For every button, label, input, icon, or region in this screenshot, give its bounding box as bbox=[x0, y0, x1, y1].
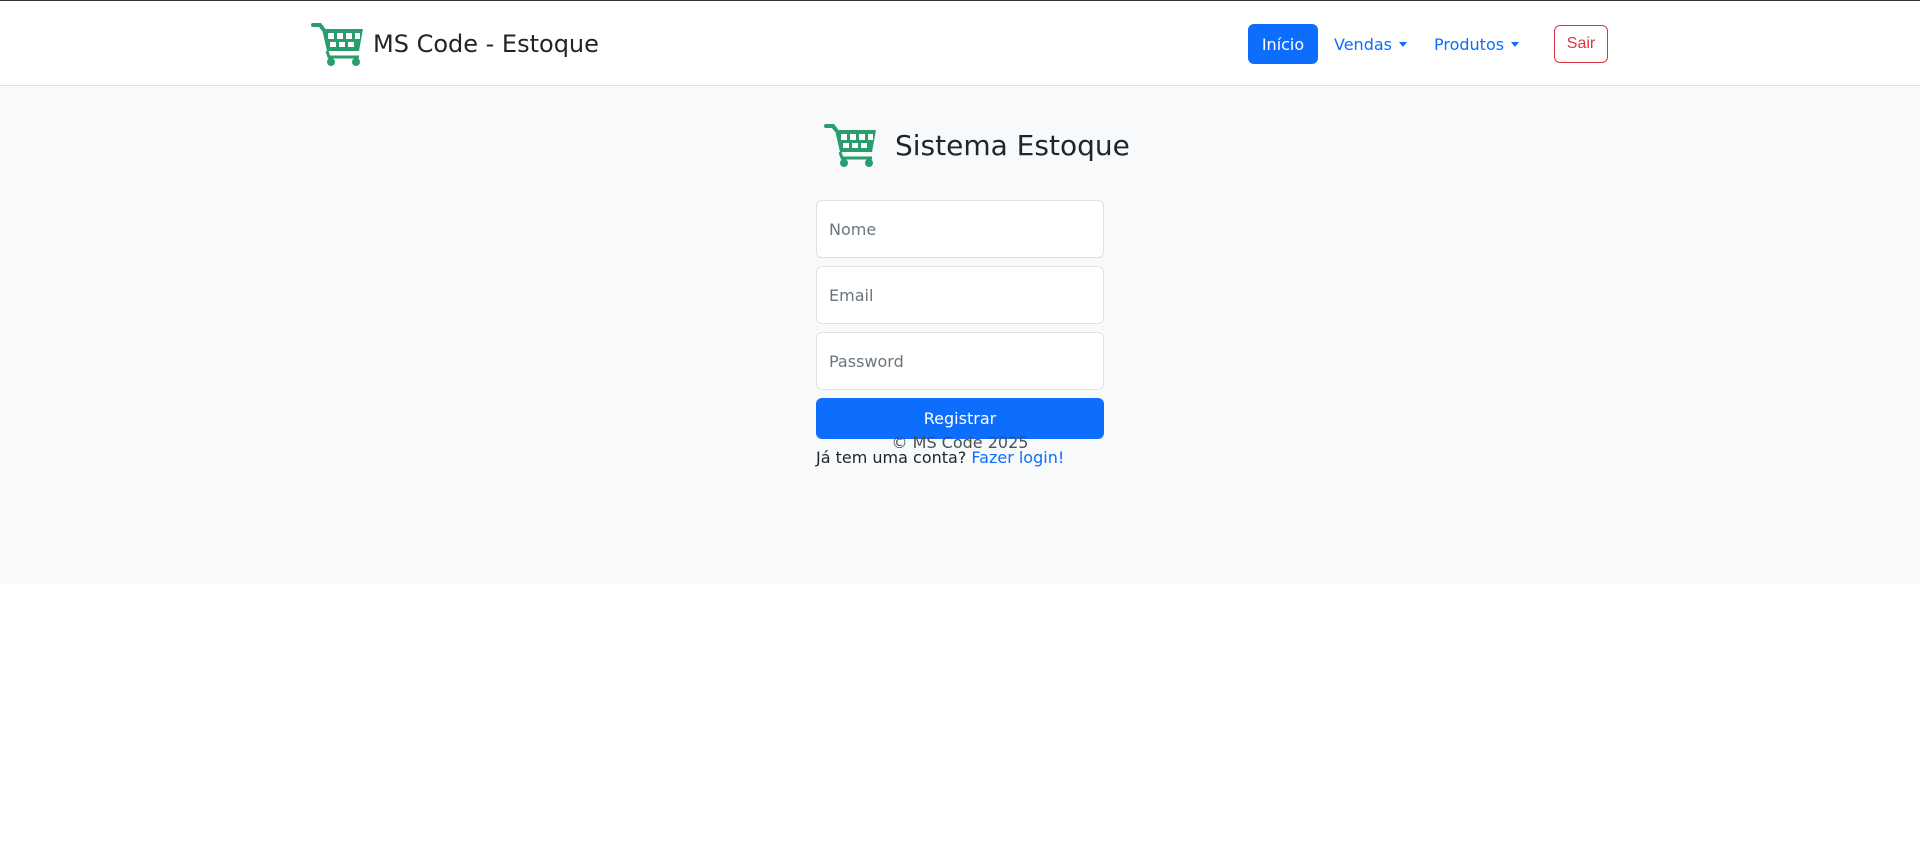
nav-item-produtos-label: Produtos bbox=[1434, 34, 1505, 54]
shopping-cart-icon bbox=[824, 124, 876, 167]
nav-item-inicio[interactable]: Início bbox=[1248, 24, 1318, 64]
page-title: Sistema Estoque bbox=[895, 128, 1130, 162]
nav-item-vendas-label: Vendas bbox=[1334, 34, 1392, 54]
shopping-cart-icon bbox=[311, 23, 363, 66]
caret-down-icon bbox=[1398, 41, 1407, 47]
register-section: Sistema Estoque Registrar Já tem uma con… bbox=[0, 87, 1920, 584]
password-field[interactable] bbox=[816, 332, 1104, 390]
logout-button[interactable]: Sair bbox=[1554, 25, 1608, 63]
caret-down-icon bbox=[1511, 41, 1520, 47]
brand-name: MS Code - Estoque bbox=[373, 30, 599, 58]
footer-copyright: © MS Code 2025 bbox=[891, 433, 1029, 452]
top-navbar: MS Code - Estoque Início Vendas Produtos… bbox=[0, 1, 1920, 86]
nav-item-produtos[interactable]: Produtos bbox=[1434, 24, 1520, 64]
email-field[interactable] bbox=[816, 266, 1104, 324]
nav-item-vendas[interactable]: Vendas bbox=[1334, 24, 1407, 64]
name-field[interactable] bbox=[816, 200, 1104, 258]
brand-link[interactable]: MS Code - Estoque bbox=[311, 21, 599, 67]
register-header: Sistema Estoque bbox=[822, 122, 1130, 168]
